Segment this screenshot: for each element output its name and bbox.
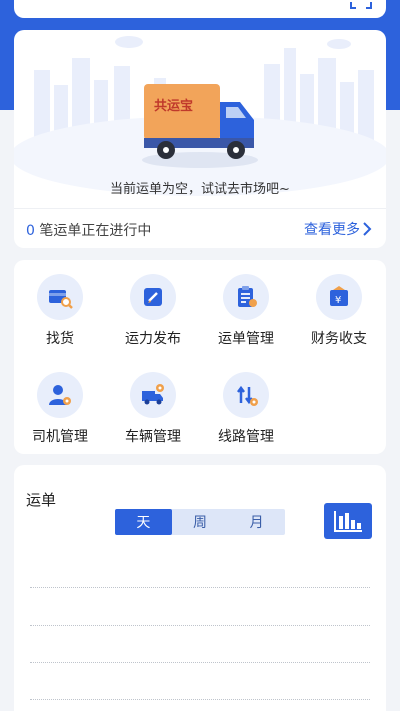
view-more-label: 查看更多 [304,222,360,238]
vehicle-manage-icon [142,384,164,405]
menu-item-vehicle-manage[interactable]: 车辆管理 [110,372,196,446]
chart-view-button[interactable] [324,503,372,539]
route-manage-icon [237,385,258,406]
menu-item-route-manage[interactable]: 线路管理 [203,372,289,446]
svg-text:¥: ¥ [335,295,341,306]
menu-item-publish-capacity[interactable]: 运力发布 [110,274,196,348]
chart-gridline [30,625,370,626]
divider [14,208,386,209]
tab-day[interactable]: 天 [115,509,172,535]
publish-capacity-icon [144,288,162,306]
bar-chart-icon [334,511,362,532]
tab-month[interactable]: 月 [228,509,285,535]
ongoing-status: 0 笔运单正在进行中 [26,220,151,240]
waybill-manage-icon [238,286,257,307]
menu-label-find-goods: 找货 [46,331,74,347]
city-truck-illustration: 共运宝 [14,36,386,196]
svg-text:共运宝: 共运宝 [154,98,193,114]
empty-waybill-text: 当前运单为空，试试去市场吧~ [110,182,290,197]
chart-gridline [30,662,370,663]
waybill-stats-card: 运单 天 周 月 [14,465,386,711]
top-search-card[interactable] [14,0,386,18]
menu-item-finance[interactable]: ¥ 财务收支 [296,274,382,348]
menu-label-finance: 财务收支 [311,331,367,347]
function-menu: 找货 运力发布 运单管理 ¥ 财务收支 司机管理 车辆管理 线路管理 [14,260,386,454]
chart-gridline [30,699,370,700]
scan-icon[interactable] [350,2,372,12]
menu-label-route-manage: 线路管理 [218,429,274,445]
section-title: 运单 [26,491,57,509]
period-segment-control: 天 周 月 [115,509,285,535]
menu-item-find-goods[interactable]: 找货 [17,274,103,348]
driver-manage-icon [49,385,71,405]
menu-label-waybill-manage: 运单管理 [218,331,274,347]
empty-waybill-card: 共运宝 当前运单为空，试试去市场吧~ 0 笔运单正在进行中 查看更多 [14,30,386,248]
menu-item-driver-manage[interactable]: 司机管理 [17,372,103,446]
ongoing-text: 笔运单正在进行中 [39,223,152,239]
chevron-right-icon [363,222,372,236]
chart-gridline [30,587,370,588]
finance-icon: ¥ [330,286,348,306]
ongoing-count: 0 [26,223,35,239]
menu-label-vehicle-manage: 车辆管理 [125,429,181,445]
menu-label-publish-capacity: 运力发布 [125,331,181,347]
menu-label-driver-manage: 司机管理 [32,429,88,445]
view-more-link[interactable]: 查看更多 [304,219,372,239]
find-goods-icon [49,290,73,309]
menu-item-waybill-manage[interactable]: 运单管理 [203,274,289,348]
tab-week[interactable]: 周 [172,509,229,535]
